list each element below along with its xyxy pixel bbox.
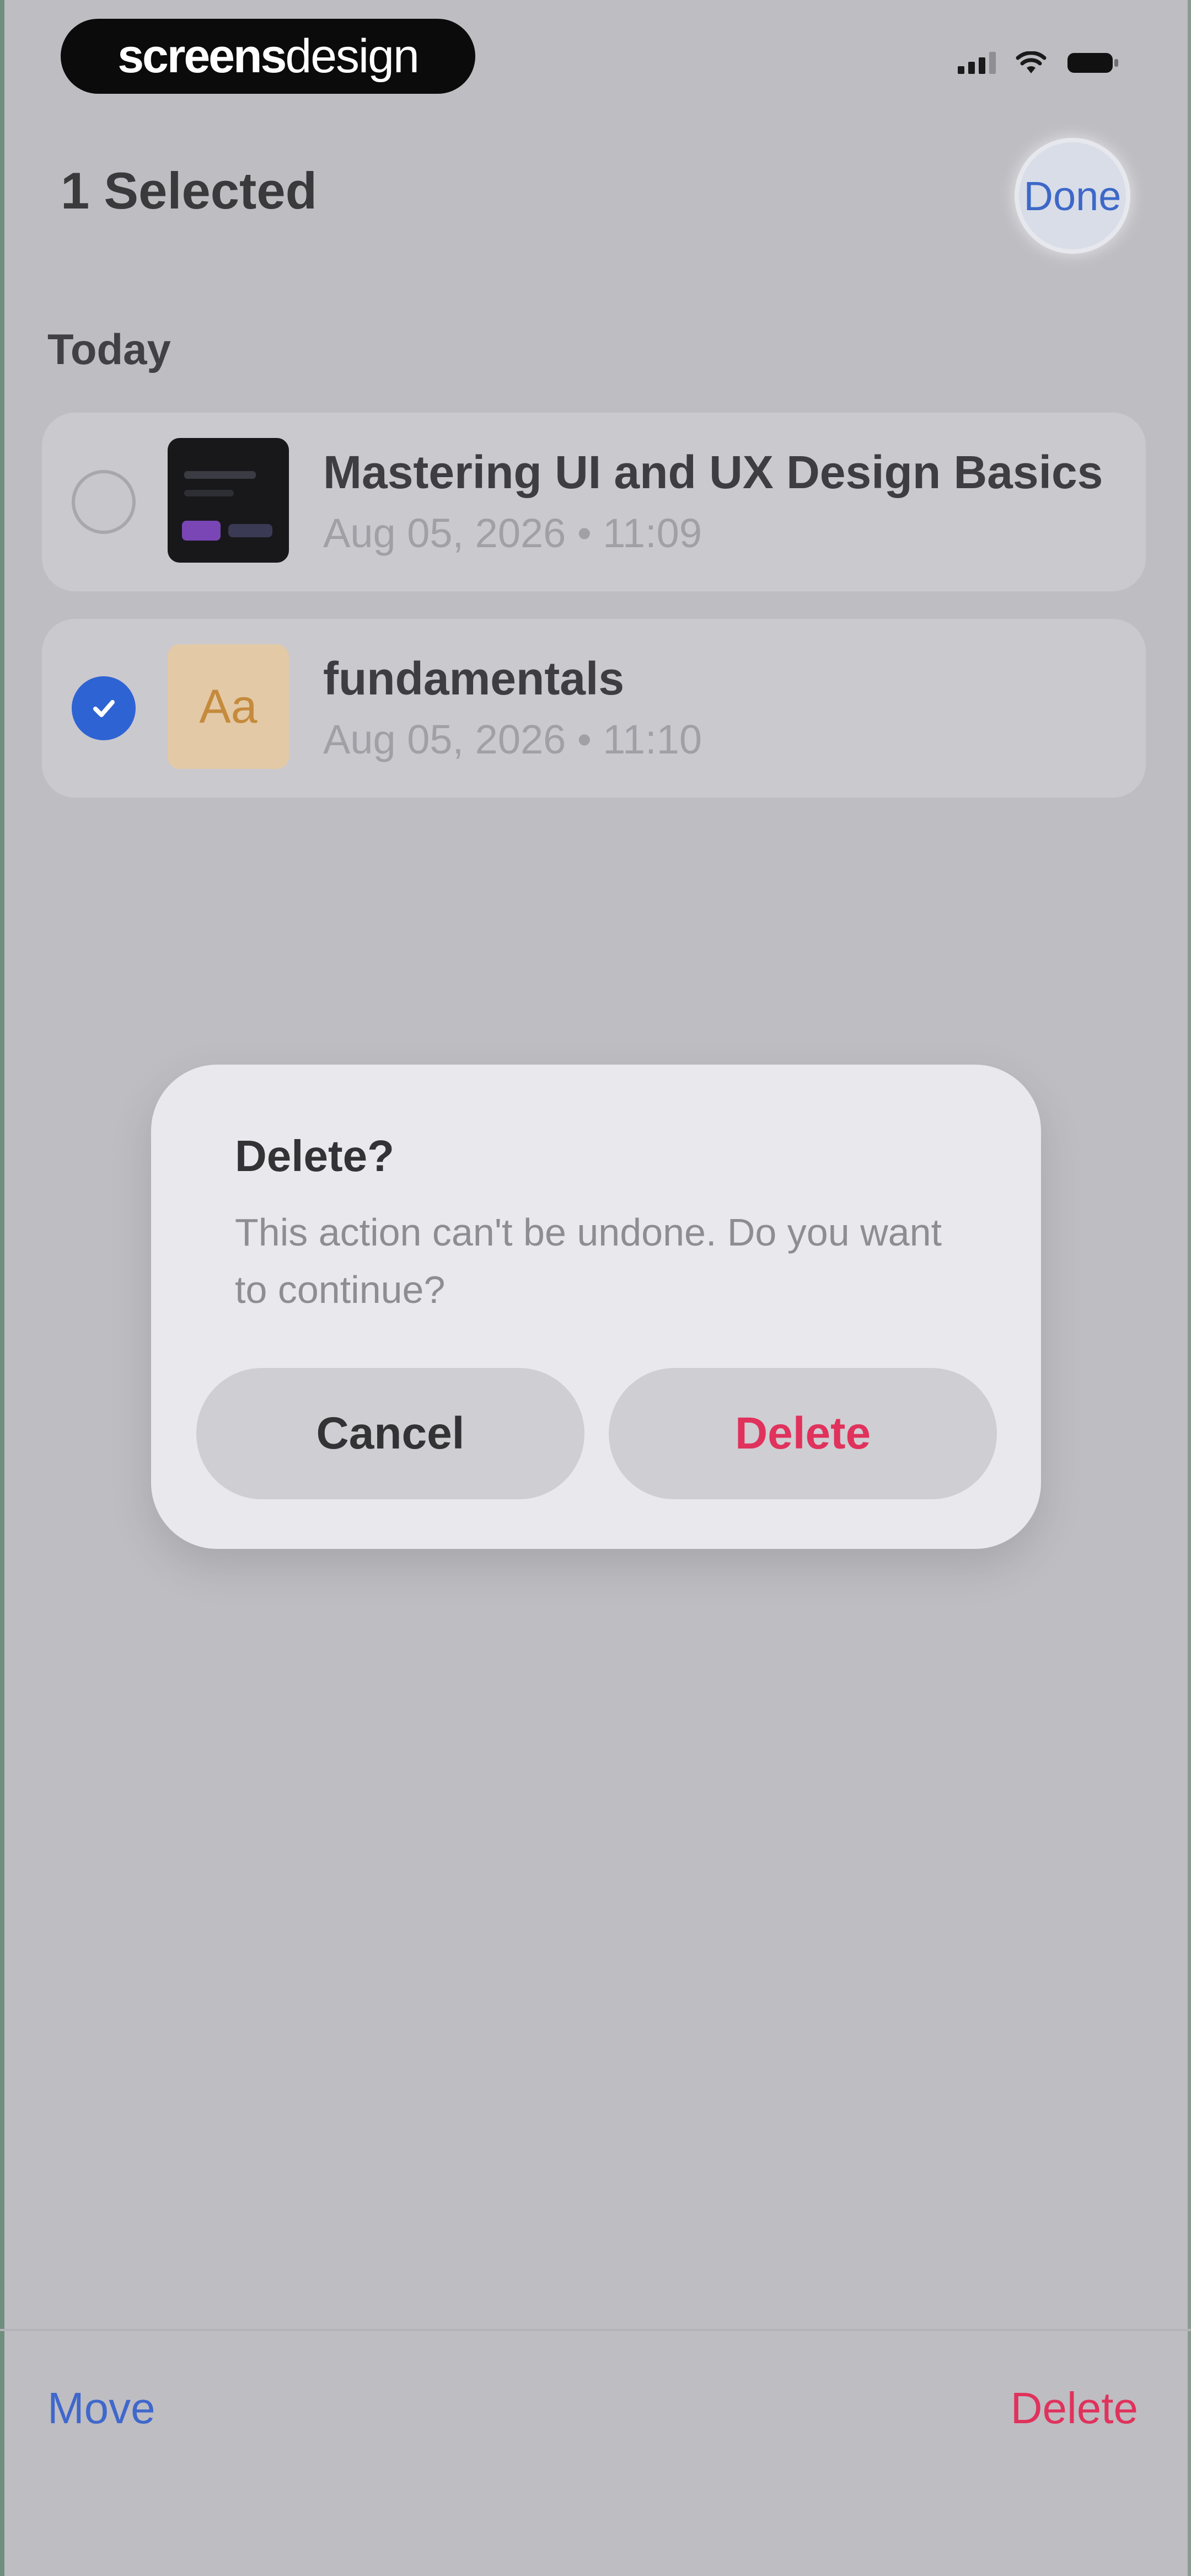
brand-logo-light: design <box>285 29 419 83</box>
status-icons <box>958 51 1119 75</box>
confirm-delete-button[interactable]: Delete <box>609 1368 997 1499</box>
unchecked-circle-icon[interactable] <box>72 470 136 534</box>
dialog-message: This action can't be undone. Do you want… <box>235 1211 942 1311</box>
cancel-button[interactable]: Cancel <box>196 1368 584 1499</box>
wifi-icon <box>1016 51 1047 74</box>
item-timestamp: Aug 05, 2026 • 11:10 <box>323 717 702 762</box>
list-item[interactable]: Aa fundamentals Aug 05, 2026 • 11:10 <box>42 619 1146 798</box>
checkmark-circle-icon[interactable] <box>72 676 136 740</box>
delete-confirmation-dialog: Delete? This action can't be undone. Do … <box>151 1065 1041 1549</box>
frame-edge <box>1188 0 1191 2576</box>
done-button[interactable]: Done <box>1015 138 1130 254</box>
frame-edge <box>0 0 4 2576</box>
brand-logo-bold: screens <box>117 29 287 83</box>
item-title: Mastering UI and UX Design Basics <box>323 446 1103 498</box>
move-button[interactable]: Move <box>47 2383 155 2434</box>
delete-button[interactable]: Delete <box>1011 2383 1138 2434</box>
font-thumbnail: Aa <box>168 644 289 769</box>
brand-logo: screens design <box>61 19 475 94</box>
document-thumbnail <box>168 438 289 563</box>
cellular-signal-icon <box>958 52 996 74</box>
item-timestamp: Aug 05, 2026 • 11:09 <box>323 510 702 556</box>
section-header-today: Today <box>47 325 171 373</box>
app-screen: screens design 1 Selected Done Today Mas… <box>0 0 1191 2576</box>
battery-icon <box>1066 51 1119 75</box>
toolbar-divider <box>0 2329 1191 2331</box>
item-title: fundamentals <box>323 653 625 704</box>
list-item[interactable]: Mastering UI and UX Design Basics Aug 05… <box>42 413 1146 591</box>
page-title: 1 Selected <box>61 162 318 220</box>
dialog-title: Delete? <box>235 1131 394 1180</box>
